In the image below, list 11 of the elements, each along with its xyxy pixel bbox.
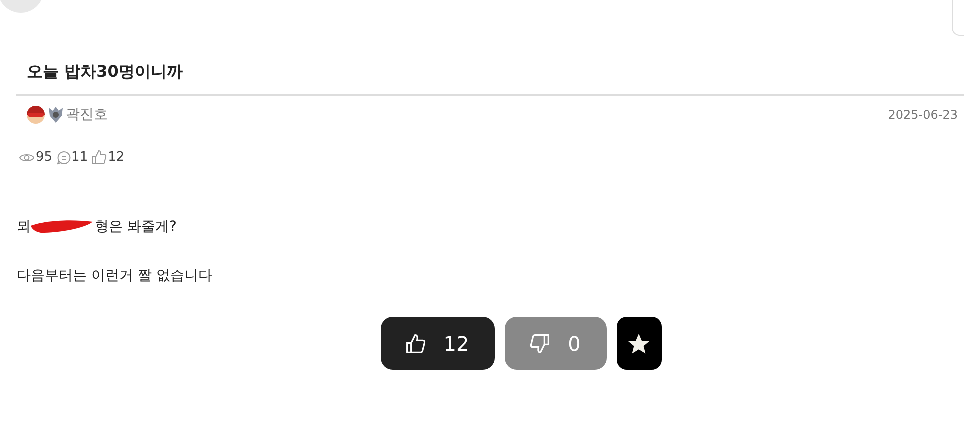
body-text: 뫼 <box>17 218 31 236</box>
dislike-button[interactable]: 0 <box>504 317 606 370</box>
post-title: 오늘 밥차30명이니까 <box>27 61 183 83</box>
stat-count: 11 <box>72 150 88 165</box>
stat-count: 12 <box>108 150 125 165</box>
body-text: 형은 봐줄게? <box>95 218 177 236</box>
like-button[interactable]: 12 <box>380 317 494 370</box>
body-text: 다음부터는 이런거 짤 없습니다 <box>17 267 212 285</box>
author-name[interactable]: 곽진호 <box>66 106 108 124</box>
stat-count: 95 <box>36 150 53 165</box>
post-date: 2025-06-23 <box>888 108 958 122</box>
